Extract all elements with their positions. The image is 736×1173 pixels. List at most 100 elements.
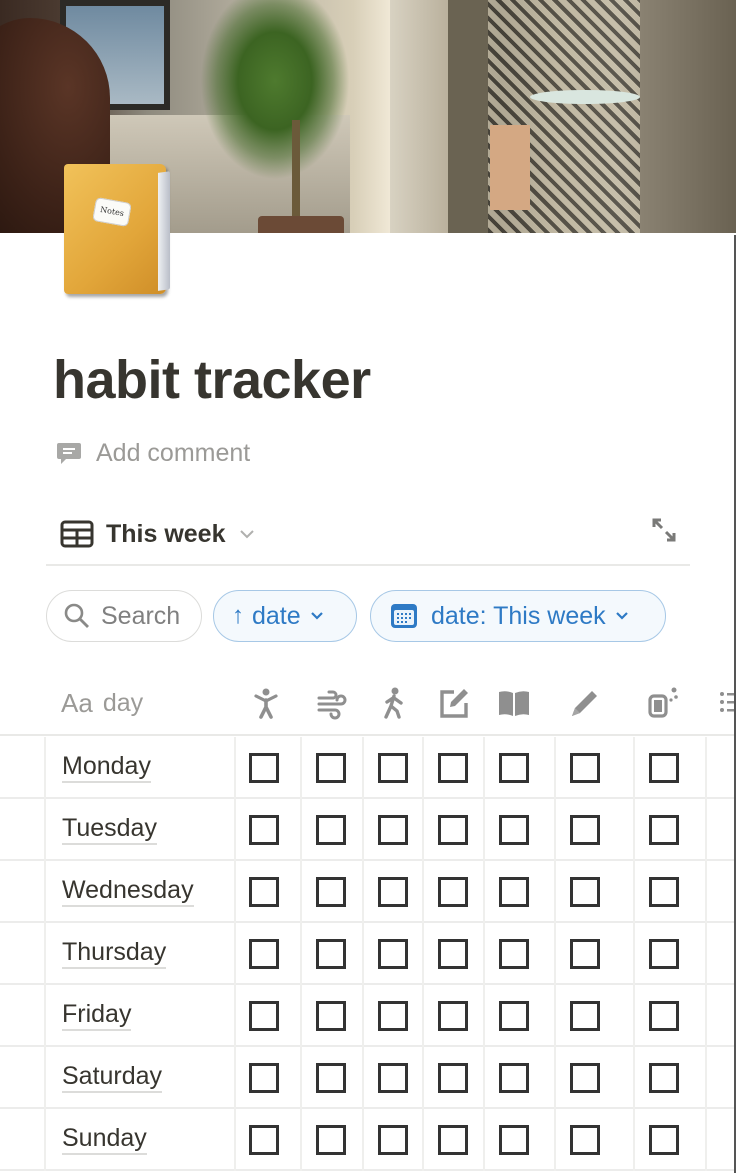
habit-checkbox[interactable] [249,939,279,969]
cover-door [448,0,488,233]
day-name[interactable]: Saturday [62,1061,163,1093]
habit-checkbox[interactable] [249,1063,279,1093]
cover-stool [530,90,640,104]
filter-date-button[interactable]: date: This week [370,590,666,642]
habit-checkbox[interactable] [570,1063,600,1093]
table-row: Friday [0,985,736,1047]
habit-checkbox[interactable] [649,753,679,783]
habit-checkbox[interactable] [378,1001,408,1031]
day-name[interactable]: Monday [62,751,151,783]
expand-icon[interactable] [650,516,678,544]
habit-cell [705,985,736,1047]
pencil-icon[interactable] [568,686,602,720]
search-button[interactable]: Search [46,590,202,642]
wind-icon[interactable] [315,686,349,720]
page-title[interactable]: habit tracker [53,345,371,415]
day-name[interactable]: Wednesday [62,875,194,907]
habit-checkbox[interactable] [499,877,529,907]
person-arms-up-icon[interactable] [249,686,283,720]
cover-plant [200,0,350,180]
search-placeholder: Search [101,601,181,630]
day-name[interactable]: Thursday [62,937,167,969]
day-name[interactable]: Tuesday [62,813,157,845]
habit-checkbox[interactable] [438,753,468,783]
habit-checkbox[interactable] [570,877,600,907]
habit-checkbox[interactable] [378,815,408,845]
habit-cell [705,1109,736,1171]
chevron-down-icon [239,530,254,539]
habit-checkbox[interactable] [499,939,529,969]
habit-checkbox[interactable] [249,877,279,907]
view-tab-this-week[interactable]: This week [60,514,256,554]
habit-checkbox[interactable] [499,753,529,783]
habit-checkbox[interactable] [649,815,679,845]
habit-checkbox[interactable] [378,877,408,907]
habit-checkbox[interactable] [649,1125,679,1155]
calendar-icon [391,604,417,628]
walking-person-icon[interactable] [377,686,411,720]
text-property-icon: Aa [61,688,93,718]
filter-label: date: This week [431,601,606,630]
database-view-header: This week [46,510,690,566]
day-name[interactable]: Sunday [62,1123,147,1155]
habit-checkbox[interactable] [438,1063,468,1093]
habit-checkbox[interactable] [570,939,600,969]
habit-checkbox[interactable] [316,753,346,783]
habit-checkbox[interactable] [499,815,529,845]
table-row: Saturday [0,1047,736,1109]
habit-checkbox[interactable] [438,815,468,845]
habit-checkbox[interactable] [499,1001,529,1031]
add-comment-button[interactable]: Add comment [56,437,250,469]
table-row: Sunday [0,1109,736,1171]
habit-checkbox[interactable] [570,1001,600,1031]
open-book-icon[interactable] [497,686,531,720]
day-name[interactable]: Friday [62,999,132,1031]
habit-checkbox[interactable] [438,1001,468,1031]
sort-date-button[interactable]: ↑ date [213,590,357,642]
habit-checkbox[interactable] [499,1125,529,1155]
habit-cell [705,737,736,799]
habit-cell [705,861,736,923]
habit-checkbox[interactable] [249,1125,279,1155]
add-comment-label: Add comment [96,438,251,467]
view-name: This week [106,519,226,548]
habit-checkbox[interactable] [378,1063,408,1093]
chevron-down-icon [615,612,628,620]
habit-checkbox[interactable] [249,1001,279,1031]
habit-checkbox[interactable] [249,753,279,783]
habit-checkbox[interactable] [649,1063,679,1093]
table-row: Wednesday [0,861,736,923]
habit-checkbox[interactable] [316,1001,346,1031]
table-header: Aa day [0,674,736,736]
habit-checkbox[interactable] [570,1125,600,1155]
edit-note-icon[interactable] [437,686,471,720]
cover-doorframe [390,0,450,233]
cover-door-right [640,0,736,233]
habit-checkbox[interactable] [316,877,346,907]
habit-checkbox[interactable] [649,1001,679,1031]
habit-checkbox[interactable] [499,1063,529,1093]
water-bottle-icon[interactable] [647,686,681,720]
habit-checkbox[interactable] [316,939,346,969]
habit-checkbox[interactable] [378,1125,408,1155]
column-header-day[interactable]: Aa day [61,688,143,719]
habit-checkbox[interactable] [649,939,679,969]
table-icon [60,520,94,548]
notebook-icon[interactable]: Notes [62,160,178,300]
habit-checkbox[interactable] [316,815,346,845]
sort-ascending-icon: ↑ [232,602,244,629]
habit-checkbox[interactable] [378,939,408,969]
habit-checkbox[interactable] [649,877,679,907]
habit-checkbox[interactable] [570,815,600,845]
habit-checkbox[interactable] [570,753,600,783]
habit-checkbox[interactable] [249,815,279,845]
habit-checkbox[interactable] [438,939,468,969]
habit-checkbox[interactable] [316,1063,346,1093]
habit-checkbox[interactable] [438,877,468,907]
habit-checkbox[interactable] [378,753,408,783]
cover-plant-trunk [292,120,300,220]
table-body: Monday Tuesday Wednesday Thursday Friday Satu… [0,737,736,1171]
habit-checkbox[interactable] [316,1125,346,1155]
cover-planter [490,125,530,210]
habit-checkbox[interactable] [438,1125,468,1155]
